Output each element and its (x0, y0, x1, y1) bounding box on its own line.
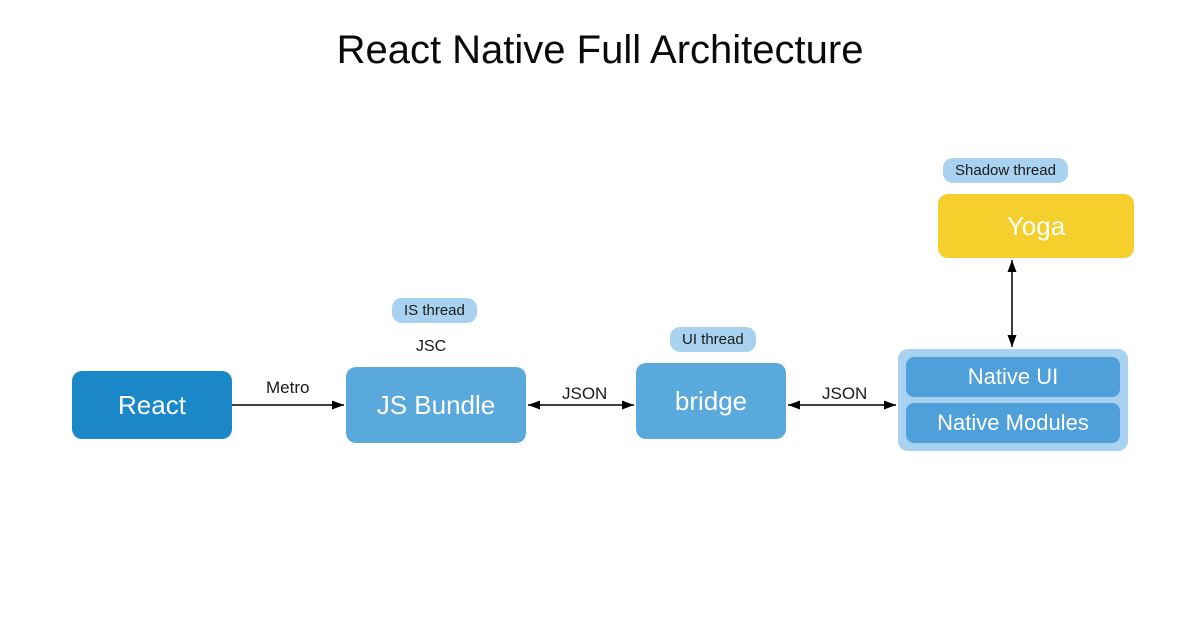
node-yoga: Yoga (938, 194, 1134, 258)
diagram-title: React Native Full Architecture (0, 28, 1200, 73)
node-native-container: Native UI Native Modules (898, 349, 1128, 451)
node-jsbundle: JS Bundle (346, 367, 526, 443)
pill-is-thread: IS thread (392, 298, 477, 323)
arrows-layer (0, 0, 1200, 628)
node-react: React (72, 371, 232, 439)
node-native-ui: Native UI (906, 357, 1120, 397)
node-native-ui-label: Native UI (968, 364, 1058, 390)
node-bridge: bridge (636, 363, 786, 439)
pill-shadow-thread: Shadow thread (943, 158, 1068, 183)
node-native-modules-label: Native Modules (937, 410, 1089, 436)
node-yoga-label: Yoga (1007, 211, 1065, 242)
node-bridge-label: bridge (675, 386, 747, 417)
node-jsbundle-sublabel: JSC (416, 338, 446, 356)
node-jsbundle-label: JS Bundle (377, 390, 496, 421)
edge-label-metro: Metro (266, 378, 309, 398)
pill-ui-thread: UI thread (670, 327, 756, 352)
node-native-modules: Native Modules (906, 403, 1120, 443)
edge-label-json-2: JSON (822, 384, 867, 404)
edge-label-json-1: JSON (562, 384, 607, 404)
node-react-label: React (118, 390, 186, 421)
